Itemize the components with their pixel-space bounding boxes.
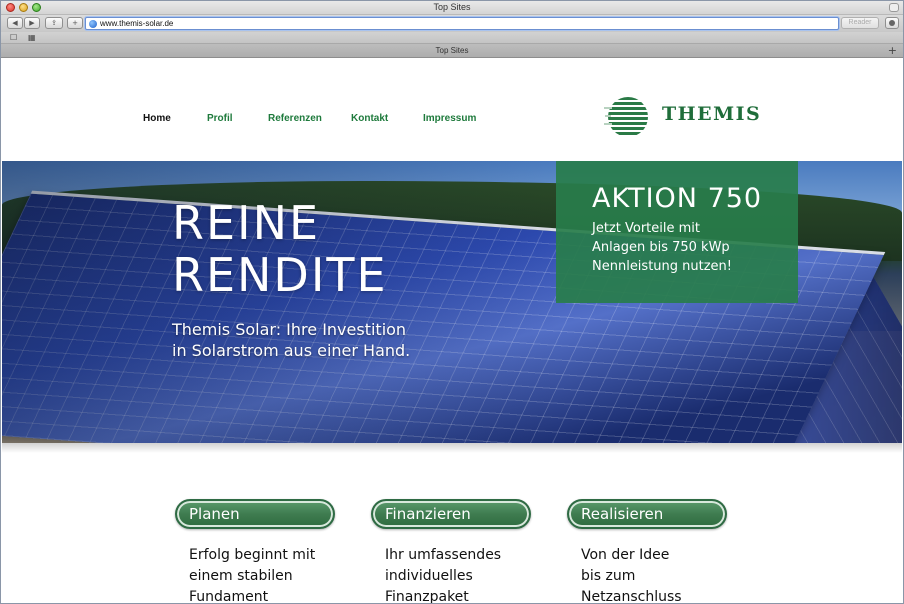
subtitle-line-1: Themis Solar: Ihre Investition: [172, 320, 407, 339]
window-title: Top Sites: [433, 2, 471, 12]
promo-title: AKTION 750: [592, 183, 763, 214]
feature-line: Netzanschluss: [581, 589, 682, 604]
tab-top-sites[interactable]: Top Sites: [1, 46, 903, 55]
feature-line: Erfolg beginnt mit: [189, 547, 316, 563]
feature-line: einem stabilen: [189, 568, 293, 584]
feature-line: Ihr umfassendes: [385, 547, 502, 563]
nav-home[interactable]: Home: [143, 113, 171, 124]
address-text[interactable]: www.themis-solar.de: [100, 19, 173, 28]
logo-sphere-icon: [604, 97, 648, 135]
headline-line-2: RENDITE: [172, 248, 388, 302]
web-page: Home Profil Referenzen Kontakt Impressum: [1, 59, 903, 604]
planen-button[interactable]: Planen: [175, 499, 335, 529]
nav-kontakt[interactable]: Kontakt: [351, 113, 388, 124]
new-tab-icon[interactable]: +: [888, 44, 897, 57]
feature-text: Ihr umfassendes individuelles Finanzpake…: [385, 545, 555, 604]
promo-line-3: Nennleistung nutzen!: [592, 259, 733, 274]
promo-line-2: Anlagen bis 750 kWp: [592, 240, 730, 255]
realisieren-button[interactable]: Realisieren: [567, 499, 727, 529]
hero-headline: REINE RENDITE: [172, 197, 388, 301]
reading-list-icon[interactable]: ☐: [10, 34, 17, 42]
logo-text: THEMIS: [662, 103, 762, 125]
nav-impressum[interactable]: Impressum: [423, 113, 476, 124]
feature-text: Von der Idee bis zum Netzanschluss: [581, 545, 751, 604]
feature-text: Erfolg beginnt mit einem stabilen Fundam…: [189, 545, 359, 604]
fullscreen-icon[interactable]: [889, 3, 899, 12]
reader-button[interactable]: Reader: [841, 17, 879, 29]
share-icon[interactable]: ⇪: [45, 17, 63, 29]
feature-line: Von der Idee: [581, 547, 670, 563]
nav-profil[interactable]: Profil: [207, 113, 233, 124]
promo-line-1: Jetzt Vorteile mit: [592, 221, 700, 236]
finanzieren-button[interactable]: Finanzieren: [371, 499, 531, 529]
forward-icon[interactable]: ▶: [24, 17, 40, 29]
nav-referenzen[interactable]: Referenzen: [268, 113, 322, 124]
bookmarks-bar: ☐ ▦: [1, 32, 903, 44]
feature-line: Fundament: [189, 589, 269, 604]
hero-subtitle: Themis Solar: Ihre Investition in Solars…: [172, 319, 410, 361]
feature-line: bis zum: [581, 568, 636, 584]
back-icon[interactable]: ◀: [7, 17, 23, 29]
browser-toolbar: ◀ ▶ ⇪ + www.themis-solar.de Reader: [1, 15, 903, 32]
subtitle-line-2: in Solarstrom aus einer Hand.: [172, 341, 411, 360]
feature-line: individuelles: [385, 568, 473, 584]
globe-icon: [89, 20, 97, 28]
headline-line-1: REINE: [172, 196, 321, 250]
browser-window: Top Sites ◀ ▶ ⇪ + www.themis-solar.de Re…: [0, 0, 904, 604]
download-icon[interactable]: [885, 17, 899, 29]
title-bar: Top Sites: [1, 1, 903, 15]
themis-logo[interactable]: THEMIS: [604, 89, 764, 147]
feature-line: Finanzpaket: [385, 589, 469, 604]
tab-bar: Top Sites +: [1, 44, 903, 58]
promo-box[interactable]: AKTION 750 Jetzt Vorteile mit Anlagen bi…: [556, 161, 798, 303]
address-bar[interactable]: www.themis-solar.de: [85, 17, 839, 30]
promo-text: Jetzt Vorteile mit Anlagen bis 750 kWp N…: [592, 219, 732, 276]
add-bookmark-icon[interactable]: +: [67, 17, 83, 29]
hero-shadow: [2, 443, 902, 453]
top-sites-grid-icon[interactable]: ▦: [28, 34, 36, 42]
